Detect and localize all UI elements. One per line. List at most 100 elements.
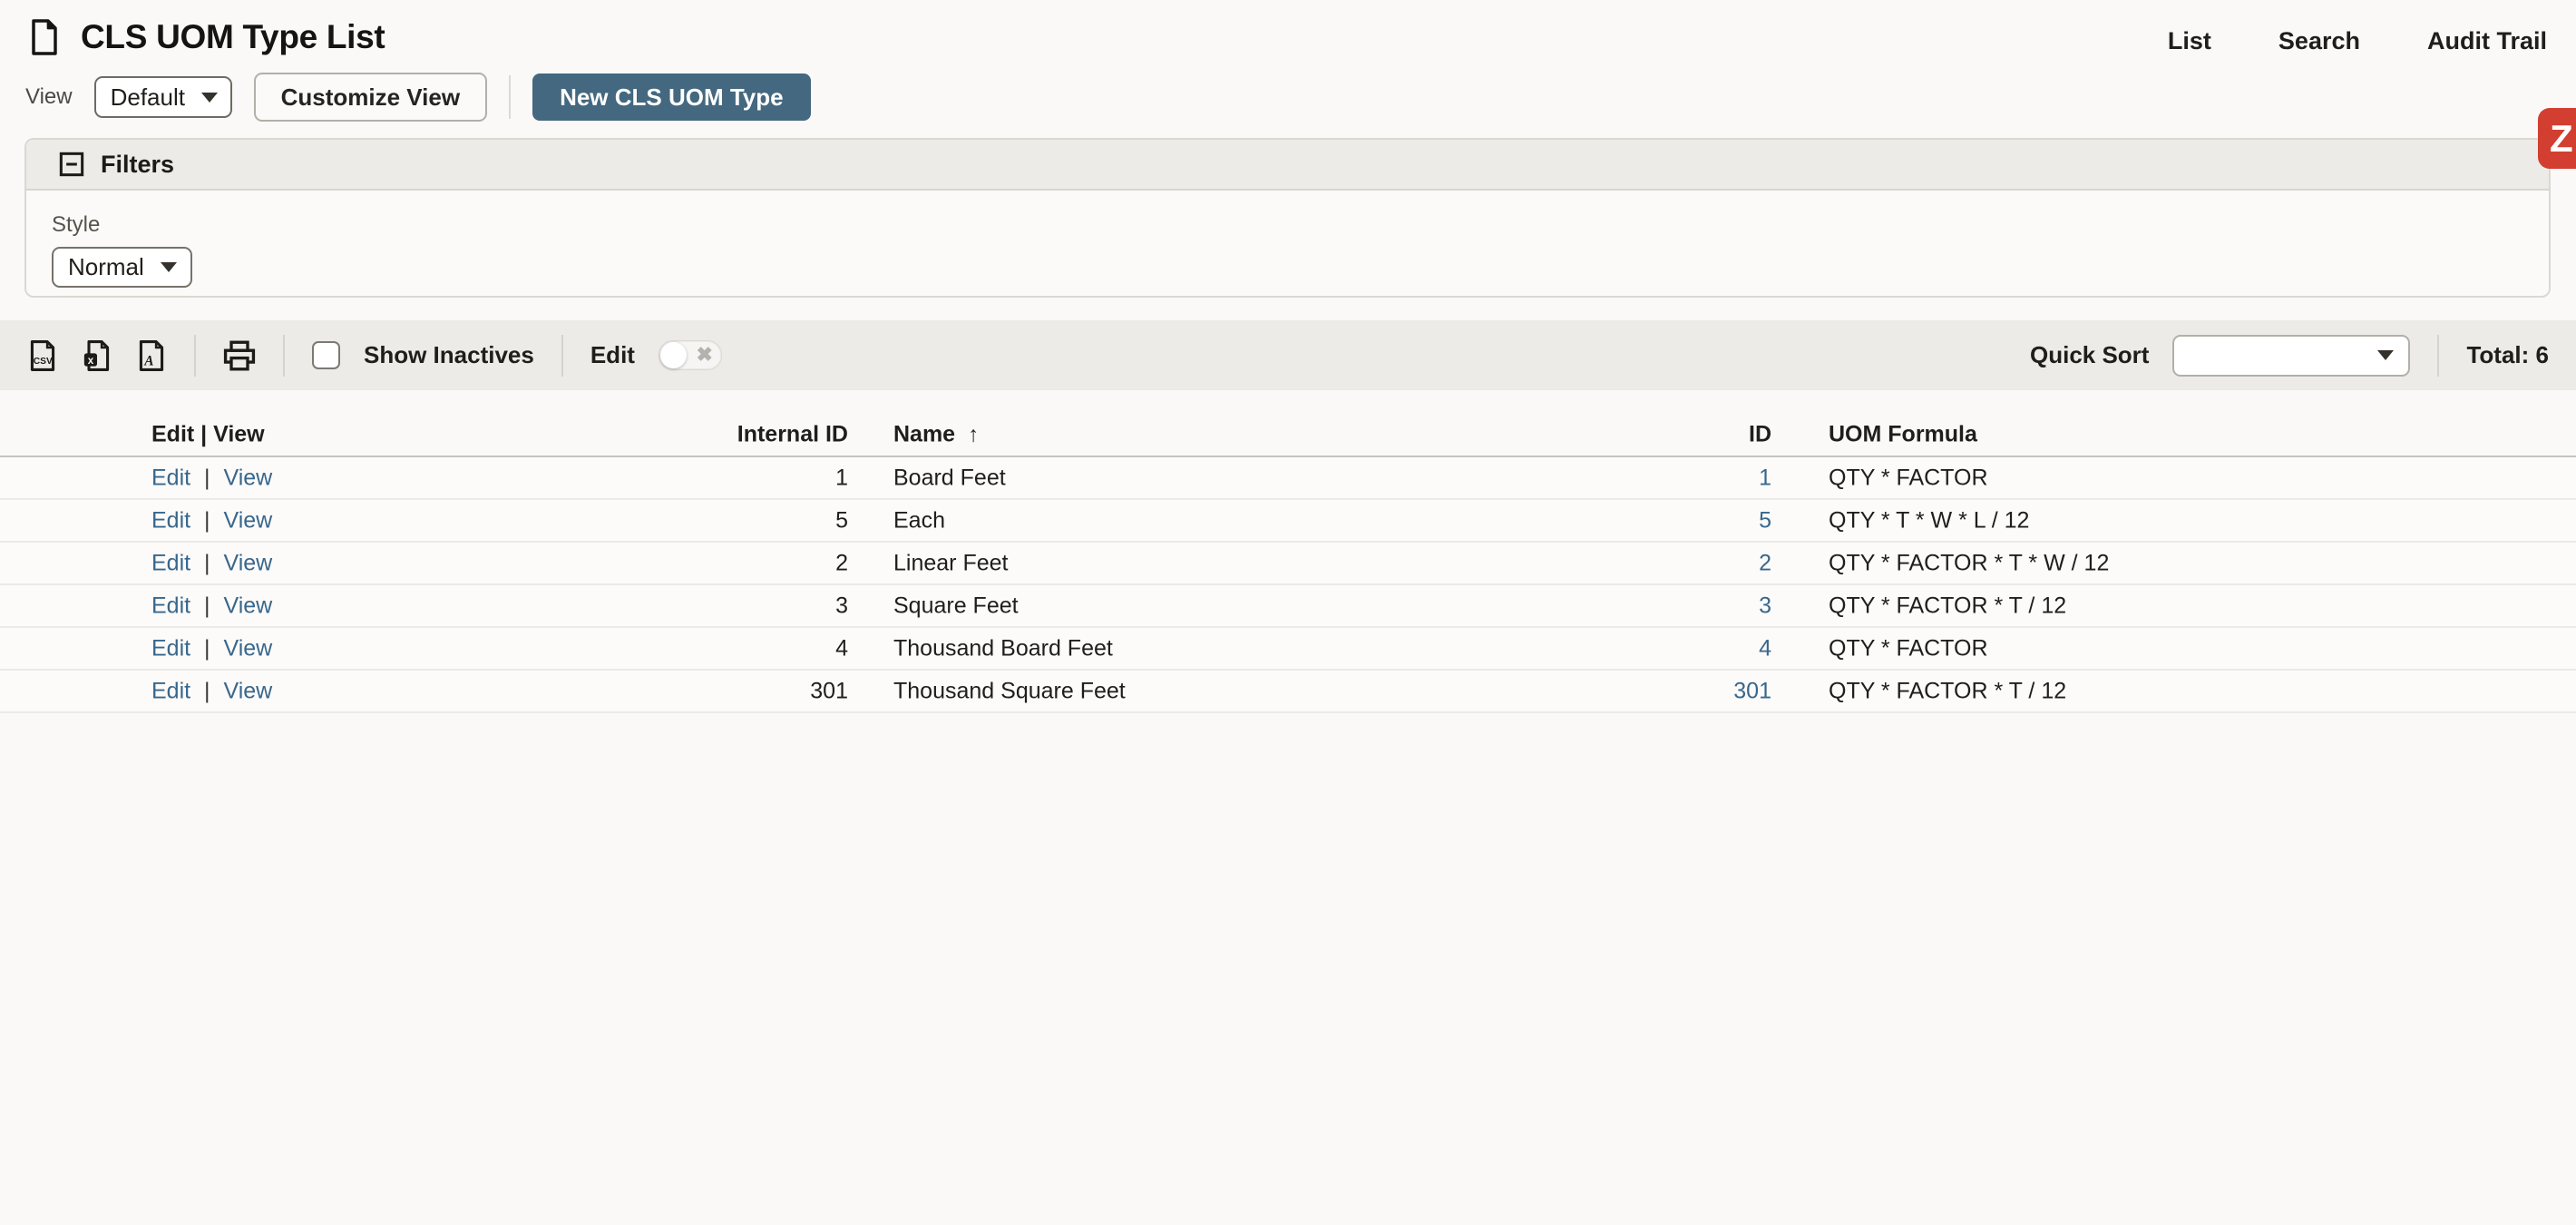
- id-column-header: ID: [1551, 422, 1771, 448]
- page-title: CLS UOM Type List: [81, 18, 385, 56]
- formula-cell: QTY * FACTOR * T * W / 12: [1829, 550, 2109, 576]
- link-separator: |: [204, 593, 210, 618]
- edit-link[interactable]: Edit: [151, 507, 190, 533]
- id-link[interactable]: 4: [1551, 635, 1771, 662]
- edit-link[interactable]: Edit: [151, 678, 190, 703]
- view-link[interactable]: View: [224, 550, 273, 575]
- toolbar-divider: [194, 335, 196, 377]
- link-separator: |: [204, 678, 210, 703]
- view-link[interactable]: View: [224, 593, 273, 618]
- formula-cell: QTY * T * W * L / 12: [1829, 507, 2029, 534]
- internal-id-cell: 5: [562, 507, 848, 534]
- view-select[interactable]: Default: [94, 76, 232, 118]
- row-actions: Edit | View: [151, 550, 272, 576]
- nav-audit-trail-link[interactable]: Audit Trail: [2427, 27, 2547, 55]
- row-actions: Edit | View: [151, 678, 272, 704]
- chevron-down-icon: [161, 262, 177, 272]
- nav-search-link[interactable]: Search: [2278, 27, 2360, 55]
- internal-id-cell: 301: [562, 678, 848, 704]
- link-separator: |: [204, 465, 210, 490]
- nav-list-link[interactable]: List: [2168, 27, 2211, 55]
- toggle-knob: [660, 342, 687, 368]
- customize-view-label: Customize View: [281, 83, 460, 112]
- id-link[interactable]: 5: [1551, 507, 1771, 534]
- show-inactives-label: Show Inactives: [364, 341, 534, 369]
- action-divider: [509, 75, 511, 119]
- link-separator: |: [204, 507, 210, 533]
- row-actions: Edit | View: [151, 507, 272, 534]
- internal-id-cell: 3: [562, 593, 848, 619]
- formula-cell: QTY * FACTOR: [1829, 635, 1988, 662]
- name-cell: Square Feet: [893, 593, 1019, 619]
- edit-link[interactable]: Edit: [151, 550, 190, 575]
- new-cls-uom-type-button[interactable]: New CLS UOM Type: [532, 74, 811, 121]
- id-link[interactable]: 2: [1551, 550, 1771, 576]
- view-link[interactable]: View: [224, 507, 273, 533]
- internal-id-cell: 2: [562, 550, 848, 576]
- uom-type-table: Edit | View Internal ID Name ↑ ID UOM Fo…: [0, 414, 2576, 713]
- excel-export-icon[interactable]: x: [82, 339, 112, 372]
- view-link[interactable]: View: [224, 635, 273, 661]
- document-icon: [30, 19, 59, 55]
- id-link[interactable]: 301: [1551, 678, 1771, 704]
- view-link[interactable]: View: [224, 678, 273, 703]
- table-row: Edit | View 5 Each 5 QTY * T * W * L / 1…: [0, 500, 2576, 543]
- formula-cell: QTY * FACTOR: [1829, 465, 1988, 491]
- table-row: Edit | View 1 Board Feet 1 QTY * FACTOR: [0, 457, 2576, 500]
- toolbar-divider: [283, 335, 285, 377]
- row-actions: Edit | View: [151, 465, 272, 491]
- collapse-minus-icon[interactable]: [59, 152, 84, 177]
- quick-sort-select[interactable]: [2172, 335, 2410, 377]
- filters-body: Style Normal: [26, 191, 2549, 288]
- actions-column-header: Edit | View: [151, 422, 265, 448]
- style-filter-select[interactable]: Normal: [52, 247, 192, 288]
- view-link[interactable]: View: [224, 465, 273, 490]
- edit-link[interactable]: Edit: [151, 465, 190, 490]
- quick-sort-label: Quick Sort: [2030, 341, 2149, 369]
- support-widget-glyph: Z: [2550, 120, 2573, 158]
- toolbar-right-group: Quick Sort Total: 6: [2030, 335, 2549, 377]
- edit-link[interactable]: Edit: [151, 593, 190, 618]
- customize-view-button[interactable]: Customize View: [254, 73, 487, 122]
- table-row: Edit | View 301 Thousand Square Feet 301…: [0, 671, 2576, 713]
- filters-header[interactable]: Filters: [26, 140, 2549, 191]
- id-link[interactable]: 1: [1551, 465, 1771, 491]
- formula-column-header: UOM Formula: [1829, 422, 1977, 448]
- toggle-off-icon: ✖: [697, 342, 713, 366]
- filters-title: Filters: [101, 151, 174, 179]
- view-select-value: Default: [111, 83, 185, 112]
- edit-toggle-label: Edit: [590, 341, 635, 369]
- name-cell: Board Feet: [893, 465, 1006, 491]
- link-separator: |: [204, 550, 210, 575]
- pdf-export-icon[interactable]: A: [136, 339, 167, 372]
- sort-ascending-icon: ↑: [968, 422, 979, 447]
- support-widget-button[interactable]: Z: [2538, 108, 2576, 169]
- new-cls-uom-type-label: New CLS UOM Type: [560, 83, 784, 112]
- name-column-header[interactable]: Name ↑: [893, 422, 979, 448]
- internal-id-column-header: Internal ID: [562, 422, 848, 448]
- edit-link[interactable]: Edit: [151, 635, 190, 661]
- view-label: View: [25, 84, 73, 110]
- print-icon[interactable]: [223, 340, 256, 371]
- formula-cell: QTY * FACTOR * T / 12: [1829, 593, 2066, 619]
- name-cell: Linear Feet: [893, 550, 1008, 576]
- link-separator: |: [204, 635, 210, 661]
- csv-export-icon[interactable]: CSV: [27, 339, 58, 372]
- table-header-row: Edit | View Internal ID Name ↑ ID UOM Fo…: [0, 414, 2576, 457]
- filters-panel: Filters Style Normal: [24, 138, 2551, 298]
- toolbar-divider: [2437, 335, 2439, 377]
- name-cell: Thousand Board Feet: [893, 635, 1113, 662]
- table-body: Edit | View 1 Board Feet 1 QTY * FACTOR …: [0, 457, 2576, 713]
- action-row: View Default Customize View New CLS UOM …: [25, 73, 811, 122]
- edit-toggle[interactable]: ✖: [659, 340, 722, 370]
- row-actions: Edit | View: [151, 593, 272, 619]
- chevron-down-icon: [201, 93, 218, 103]
- name-cell: Each: [893, 507, 945, 534]
- total-count: Total: 6: [2466, 341, 2549, 369]
- table-row: Edit | View 2 Linear Feet 2 QTY * FACTOR…: [0, 543, 2576, 585]
- svg-text:CSV: CSV: [34, 357, 53, 367]
- svg-text:x: x: [88, 356, 94, 367]
- id-link[interactable]: 3: [1551, 593, 1771, 619]
- top-navigation: List Search Audit Trail: [2168, 27, 2547, 55]
- show-inactives-checkbox[interactable]: [312, 341, 340, 369]
